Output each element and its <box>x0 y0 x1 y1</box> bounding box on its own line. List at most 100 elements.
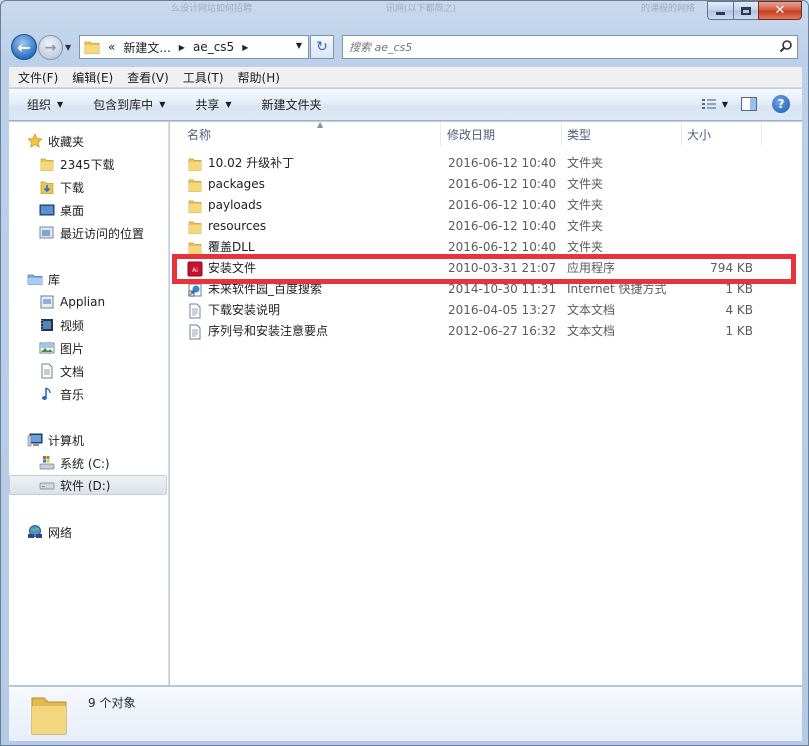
help-icon: ? <box>772 95 790 113</box>
new-folder-label: 新建文件夹 <box>261 98 322 112</box>
downloads-folder-icon <box>39 179 55 195</box>
recent-places-icon <box>39 225 55 241</box>
column-header-date[interactable]: 修改日期 <box>442 122 562 146</box>
close-button[interactable]: ✕ <box>758 1 802 20</box>
search-input[interactable] <box>343 36 763 58</box>
file-row[interactable]: resources 2016-06-12 10:40 文件夹 <box>170 216 802 237</box>
file-name: resources <box>208 219 267 233</box>
column-header-size[interactable]: 大小 <box>682 122 762 146</box>
breadcrumb-overflow[interactable]: « <box>108 40 115 54</box>
address-bar[interactable]: « 新建文... ▶ ae_cs5 ▶ ▼ <box>79 35 309 59</box>
nav-computer[interactable]: 计算机 <box>27 430 84 450</box>
maximize-icon <box>741 6 751 15</box>
nav-item-pictures[interactable]: 图片 <box>39 338 84 358</box>
menu-tools[interactable]: 工具(T) <box>174 69 229 86</box>
video-icon <box>39 317 55 333</box>
breadcrumb-item[interactable]: ae_cs5 <box>193 40 234 54</box>
menu-help[interactable]: 帮助(H) <box>229 69 285 86</box>
star-icon <box>27 133 43 149</box>
file-date: 2016-06-12 10:40 <box>448 198 557 212</box>
file-date: 2016-06-12 10:40 <box>448 177 557 191</box>
file-name-cell: packages <box>187 174 445 195</box>
back-button[interactable]: ← <box>11 34 37 60</box>
menu-edit[interactable]: 编辑(E) <box>63 69 118 86</box>
column-header-type[interactable]: 类型 <box>562 122 682 146</box>
preview-pane-button[interactable] <box>738 94 760 114</box>
drive-icon <box>39 477 55 493</box>
nav-network[interactable]: 网络 <box>27 522 72 542</box>
new-folder-button[interactable]: 新建文件夹 <box>232 96 322 113</box>
close-icon: ✕ <box>774 3 786 18</box>
file-row[interactable]: 序列号和安装注意要点 2012-06-27 16:32 文本文档 1 KB <box>170 321 802 342</box>
nav-item-documents[interactable]: 文档 <box>39 361 84 381</box>
file-name: 下载安装说明 <box>208 303 281 317</box>
file-date: 2016-06-12 10:40 <box>448 156 557 170</box>
nav-item-music[interactable]: 音乐 <box>39 384 84 404</box>
view-dropdown-icon[interactable]: ▼ <box>722 100 728 109</box>
nav-item-label: 图片 <box>60 341 85 356</box>
nav-item-label: Applian <box>60 295 106 309</box>
maximize-button[interactable] <box>733 1 758 20</box>
file-name-cell: payloads <box>187 195 445 216</box>
file-size: 1 KB <box>725 324 753 338</box>
column-header-label: 大小 <box>687 127 712 142</box>
search-box[interactable] <box>342 35 798 59</box>
menu-bar: 文件(F) 编辑(E) 查看(V) 工具(T) 帮助(H) <box>9 67 802 88</box>
nav-item-2345-download[interactable]: 2345下载 <box>39 154 115 174</box>
minimize-button[interactable] <box>707 1 733 20</box>
background-title-text: 讯网(以下都简之) <box>386 4 457 14</box>
change-view-button[interactable] <box>698 94 720 114</box>
pictures-icon <box>39 340 55 356</box>
file-row[interactable]: 10.02 升级补丁 2016-06-12 10:40 文件夹 <box>170 153 802 174</box>
address-dropdown-icon[interactable]: ▼ <box>296 41 302 50</box>
recent-pages-dropdown[interactable]: ▼ <box>65 43 75 53</box>
nav-item-applian[interactable]: Applian <box>39 292 105 312</box>
breadcrumb-item[interactable]: 新建文... <box>123 39 170 56</box>
file-row[interactable]: 下载安装说明 2016-04-05 13:27 文本文档 4 KB <box>170 300 802 321</box>
arrow-left-icon: ← <box>17 37 31 57</box>
forward-button[interactable]: → <box>38 35 63 60</box>
share-label: 共享 <box>195 98 220 112</box>
nav-item-downloads[interactable]: 下载 <box>39 177 84 197</box>
file-row[interactable]: payloads 2016-06-12 10:40 文件夹 <box>170 195 802 216</box>
background-title-text: 么设计网站如何招聘 <box>171 4 253 14</box>
navigation-pane: 收藏夹 2345下载 下载 桌面 最近访问的位置 库 Applian 视频 图片… <box>9 122 169 685</box>
desktop-icon <box>39 202 55 218</box>
file-row[interactable]: packages 2016-06-12 10:40 文件夹 <box>170 174 802 195</box>
search-icon[interactable] <box>779 39 793 57</box>
arrow-right-icon: → <box>44 39 57 56</box>
share-button[interactable]: 共享 ▼ <box>165 96 231 113</box>
nav-drive-d[interactable]: 软件 (D:) <box>9 475 167 495</box>
organize-button[interactable]: 组织 ▼ <box>9 96 63 113</box>
nav-drive-c[interactable]: 系统 (C:) <box>39 453 110 473</box>
nav-favorites[interactable]: 收藏夹 <box>27 131 84 151</box>
nav-item-label: 视频 <box>60 318 85 333</box>
folder-icon <box>187 177 203 193</box>
nav-item-desktop[interactable]: 桌面 <box>39 200 84 220</box>
file-name: 10.02 升级补丁 <box>208 156 295 170</box>
file-name: 序列号和安装注意要点 <box>208 324 329 338</box>
sort-ascending-icon: ▲ <box>317 120 324 129</box>
breadcrumb-separator-icon[interactable]: ▶ <box>179 43 185 52</box>
minimize-icon <box>716 12 725 15</box>
file-type: 文件夹 <box>567 177 604 191</box>
nav-item-recent-places[interactable]: 最近访问的位置 <box>39 223 144 243</box>
file-name-cell: resources <box>187 216 445 237</box>
menu-view[interactable]: 查看(V) <box>118 69 174 86</box>
column-header-name[interactable]: 名称 ▲ <box>182 120 441 146</box>
nav-libraries[interactable]: 库 <box>27 269 60 289</box>
refresh-button[interactable]: ↻ <box>310 35 334 59</box>
include-in-library-button[interactable]: 包含到库中 ▼ <box>63 96 165 113</box>
nav-item-videos[interactable]: 视频 <box>39 315 84 335</box>
file-type: 文本文档 <box>567 303 616 317</box>
file-type: 文本文档 <box>567 324 616 338</box>
music-icon <box>39 386 55 402</box>
folder-icon <box>187 156 203 172</box>
menu-file[interactable]: 文件(F) <box>9 69 63 86</box>
documents-icon <box>39 363 55 379</box>
library-icon <box>27 271 43 287</box>
help-button[interactable]: ? <box>770 94 792 114</box>
breadcrumb-separator-icon[interactable]: ▶ <box>242 43 248 52</box>
folder-icon <box>187 198 203 214</box>
file-name-cell: 序列号和安装注意要点 <box>187 321 445 342</box>
